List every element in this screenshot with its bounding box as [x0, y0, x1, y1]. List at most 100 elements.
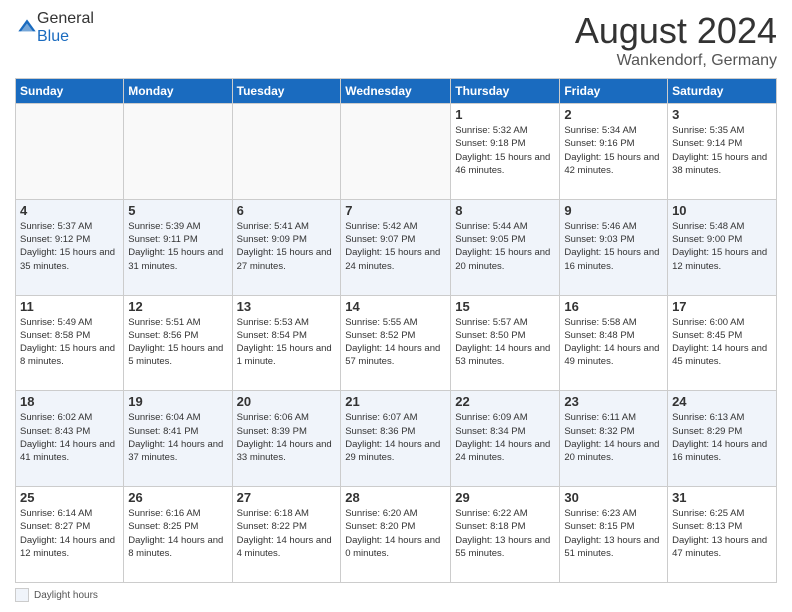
table-row: 21Sunrise: 6:07 AM Sunset: 8:36 PM Dayli… [341, 391, 451, 487]
table-row: 23Sunrise: 6:11 AM Sunset: 8:32 PM Dayli… [560, 391, 668, 487]
day-info: Sunrise: 5:44 AM Sunset: 9:05 PM Dayligh… [455, 220, 555, 273]
legend-label: Daylight hours [34, 590, 98, 601]
calendar-week-row: 1 Sunrise: 5:32 AM Sunset: 9:18 PM Daylig… [16, 104, 777, 200]
table-row: 11 Sunrise: 5:49 AM Sunset: 8:58 PM Dayli… [16, 295, 124, 391]
table-row: 18 Sunrise: 6:02 AM Sunset: 8:43 PM Dayli… [16, 391, 124, 487]
day-info: Sunrise: 5:35 AM Sunset: 9:14 PM Dayligh… [672, 124, 772, 177]
table-row: 19 Sunrise: 6:04 AM Sunset: 8:41 PM Dayli… [124, 391, 232, 487]
day-info: Sunrise: 6:16 AM Sunset: 8:25 PM Dayligh… [128, 507, 227, 560]
day-info: Sunrise: 5:42 AM Sunset: 9:07 PM Dayligh… [345, 220, 446, 273]
day-number: 15 [455, 299, 555, 314]
table-row: 28 Sunrise: 6:20 AM Sunset: 8:20 PM Dayli… [341, 487, 451, 583]
day-number: 30 [564, 490, 663, 505]
page: General Blue August 2024 Wankendorf, Ger… [0, 0, 792, 612]
calendar-day-header: Tuesday [232, 79, 341, 104]
day-info: Sunrise: 6:00 AM Sunset: 8:45 PM Dayligh… [672, 316, 772, 369]
table-row: 14 Sunrise: 5:55 AM Sunset: 8:52 PM Dayli… [341, 295, 451, 391]
day-number: 13 [237, 299, 337, 314]
table-row: 10Sunrise: 5:48 AM Sunset: 9:00 PM Dayli… [668, 199, 777, 295]
table-row: 15 Sunrise: 5:57 AM Sunset: 8:50 PM Dayli… [451, 295, 560, 391]
day-info: Sunrise: 6:09 AM Sunset: 8:34 PM Dayligh… [455, 411, 555, 464]
table-row: 9 Sunrise: 5:46 AM Sunset: 9:03 PM Daylig… [560, 199, 668, 295]
table-row: 8 Sunrise: 5:44 AM Sunset: 9:05 PM Daylig… [451, 199, 560, 295]
day-number: 29 [455, 490, 555, 505]
calendar-week-row: 18 Sunrise: 6:02 AM Sunset: 8:43 PM Dayli… [16, 391, 777, 487]
day-number: 4 [20, 203, 119, 218]
table-row: 30 Sunrise: 6:23 AM Sunset: 8:15 PM Dayli… [560, 487, 668, 583]
table-row: 29 Sunrise: 6:22 AM Sunset: 8:18 PM Dayli… [451, 487, 560, 583]
table-row [124, 104, 232, 200]
table-row: 25 Sunrise: 6:14 AM Sunset: 8:27 PM Dayli… [16, 487, 124, 583]
day-number: 25 [20, 490, 119, 505]
day-number: 10 [672, 203, 772, 218]
day-info: Sunrise: 6:14 AM Sunset: 8:27 PM Dayligh… [20, 507, 119, 560]
day-info: Sunrise: 6:20 AM Sunset: 8:20 PM Dayligh… [345, 507, 446, 560]
table-row: 1 Sunrise: 5:32 AM Sunset: 9:18 PM Daylig… [451, 104, 560, 200]
day-info: Sunrise: 6:22 AM Sunset: 8:18 PM Dayligh… [455, 507, 555, 560]
day-number: 7 [345, 203, 446, 218]
table-row [341, 104, 451, 200]
day-number: 5 [128, 203, 227, 218]
calendar-day-header: Sunday [16, 79, 124, 104]
day-info: Sunrise: 6:04 AM Sunset: 8:41 PM Dayligh… [128, 411, 227, 464]
calendar-week-row: 4 Sunrise: 5:37 AM Sunset: 9:12 PM Daylig… [16, 199, 777, 295]
table-row: 20 Sunrise: 6:06 AM Sunset: 8:39 PM Dayli… [232, 391, 341, 487]
day-number: 9 [564, 203, 663, 218]
day-info: Sunrise: 5:32 AM Sunset: 9:18 PM Dayligh… [455, 124, 555, 177]
day-number: 17 [672, 299, 772, 314]
day-info: Sunrise: 5:55 AM Sunset: 8:52 PM Dayligh… [345, 316, 446, 369]
subtitle: Wankendorf, Germany [575, 52, 777, 70]
calendar-day-header: Wednesday [341, 79, 451, 104]
logo: General Blue [15, 10, 94, 46]
day-info: Sunrise: 5:39 AM Sunset: 9:11 PM Dayligh… [128, 220, 227, 273]
day-info: Sunrise: 5:41 AM Sunset: 9:09 PM Dayligh… [237, 220, 337, 273]
table-row [232, 104, 341, 200]
calendar-week-row: 11 Sunrise: 5:49 AM Sunset: 8:58 PM Dayli… [16, 295, 777, 391]
calendar-day-header: Monday [124, 79, 232, 104]
table-row: 12Sunrise: 5:51 AM Sunset: 8:56 PM Dayli… [124, 295, 232, 391]
day-number: 2 [564, 107, 663, 122]
table-row: 26 Sunrise: 6:16 AM Sunset: 8:25 PM Dayli… [124, 487, 232, 583]
table-row: 31Sunrise: 6:25 AM Sunset: 8:13 PM Dayli… [668, 487, 777, 583]
table-row: 7 Sunrise: 5:42 AM Sunset: 9:07 PM Daylig… [341, 199, 451, 295]
day-number: 19 [128, 394, 227, 409]
table-row: 17 Sunrise: 6:00 AM Sunset: 8:45 PM Dayli… [668, 295, 777, 391]
table-row: 6 Sunrise: 5:41 AM Sunset: 9:09 PM Daylig… [232, 199, 341, 295]
table-row: 16Sunrise: 5:58 AM Sunset: 8:48 PM Dayli… [560, 295, 668, 391]
day-info: Sunrise: 6:18 AM Sunset: 8:22 PM Dayligh… [237, 507, 337, 560]
day-number: 20 [237, 394, 337, 409]
day-info: Sunrise: 6:02 AM Sunset: 8:43 PM Dayligh… [20, 411, 119, 464]
day-number: 11 [20, 299, 119, 314]
calendar-day-header: Saturday [668, 79, 777, 104]
calendar-header-row: SundayMondayTuesdayWednesdayThursdayFrid… [16, 79, 777, 104]
day-number: 8 [455, 203, 555, 218]
table-row: 22Sunrise: 6:09 AM Sunset: 8:34 PM Dayli… [451, 391, 560, 487]
day-number: 26 [128, 490, 227, 505]
day-info: Sunrise: 5:49 AM Sunset: 8:58 PM Dayligh… [20, 316, 119, 369]
day-number: 21 [345, 394, 446, 409]
logo-general-text: General [37, 10, 94, 27]
day-info: Sunrise: 5:53 AM Sunset: 8:54 PM Dayligh… [237, 316, 337, 369]
day-info: Sunrise: 5:37 AM Sunset: 9:12 PM Dayligh… [20, 220, 119, 273]
day-info: Sunrise: 5:57 AM Sunset: 8:50 PM Dayligh… [455, 316, 555, 369]
day-number: 28 [345, 490, 446, 505]
day-info: Sunrise: 5:34 AM Sunset: 9:16 PM Dayligh… [564, 124, 663, 177]
table-row: 5 Sunrise: 5:39 AM Sunset: 9:11 PM Daylig… [124, 199, 232, 295]
table-row: 27Sunrise: 6:18 AM Sunset: 8:22 PM Dayli… [232, 487, 341, 583]
day-number: 16 [564, 299, 663, 314]
day-number: 24 [672, 394, 772, 409]
day-number: 6 [237, 203, 337, 218]
day-info: Sunrise: 5:46 AM Sunset: 9:03 PM Dayligh… [564, 220, 663, 273]
calendar-table: SundayMondayTuesdayWednesdayThursdayFrid… [15, 78, 777, 583]
day-number: 14 [345, 299, 446, 314]
legend-box [15, 588, 29, 602]
day-info: Sunrise: 6:23 AM Sunset: 8:15 PM Dayligh… [564, 507, 663, 560]
footer: Daylight hours [15, 588, 777, 602]
day-number: 1 [455, 107, 555, 122]
table-row: 2 Sunrise: 5:34 AM Sunset: 9:16 PM Daylig… [560, 104, 668, 200]
table-row: 3Sunrise: 5:35 AM Sunset: 9:14 PM Daylig… [668, 104, 777, 200]
day-info: Sunrise: 6:06 AM Sunset: 8:39 PM Dayligh… [237, 411, 337, 464]
header: General Blue August 2024 Wankendorf, Ger… [15, 10, 777, 70]
day-number: 23 [564, 394, 663, 409]
day-number: 18 [20, 394, 119, 409]
